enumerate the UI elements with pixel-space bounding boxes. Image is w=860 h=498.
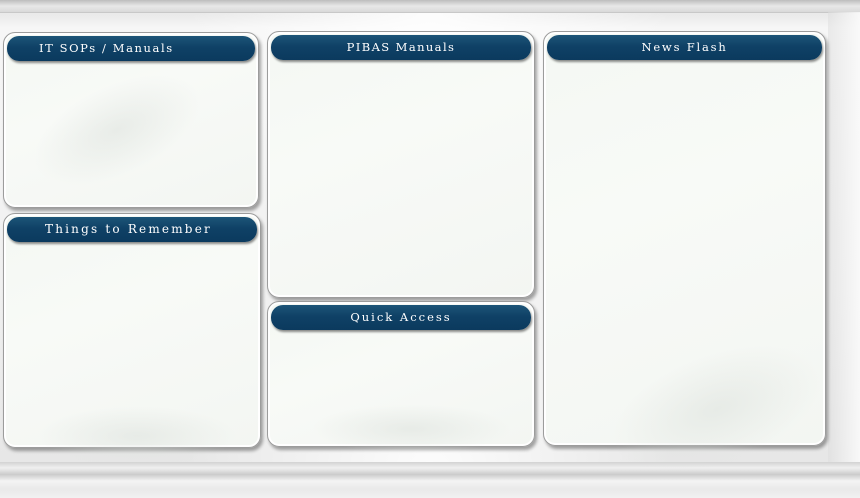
panel-gloss <box>311 404 511 454</box>
panel-pibas-manuals: PIBAS Manuals <box>267 31 535 298</box>
panel-gloss <box>16 51 218 209</box>
panel-header-pibas-manuals[interactable]: PIBAS Manuals <box>271 35 531 60</box>
panel-body-news-flash <box>547 64 840 498</box>
panel-header-things-to-remember[interactable]: Things to Remember <box>7 217 257 242</box>
panel-quick-access: Quick Access <box>267 301 535 454</box>
panel-header-quick-access[interactable]: Quick Access <box>271 305 531 330</box>
panel-header-news-flash[interactable]: News Flash <box>547 35 822 60</box>
panel-body-pibas-manuals <box>271 64 531 294</box>
panel-body-quick-access <box>271 334 531 454</box>
panel-it-sops-manuals: IT SOPs / Manuals <box>3 32 259 209</box>
panel-things-to-remember: Things to Remember <box>3 213 261 466</box>
panel-body-it-sops-manuals <box>7 51 255 209</box>
panel-header-it-sops-manuals[interactable]: IT SOPs / Manuals <box>7 36 255 61</box>
bottom-border-band <box>0 462 860 475</box>
top-border-band <box>0 0 860 13</box>
panel-body-things-to-remember <box>7 246 257 466</box>
panel-news-flash: News Flash <box>543 31 840 498</box>
right-edge-shading <box>828 12 860 462</box>
